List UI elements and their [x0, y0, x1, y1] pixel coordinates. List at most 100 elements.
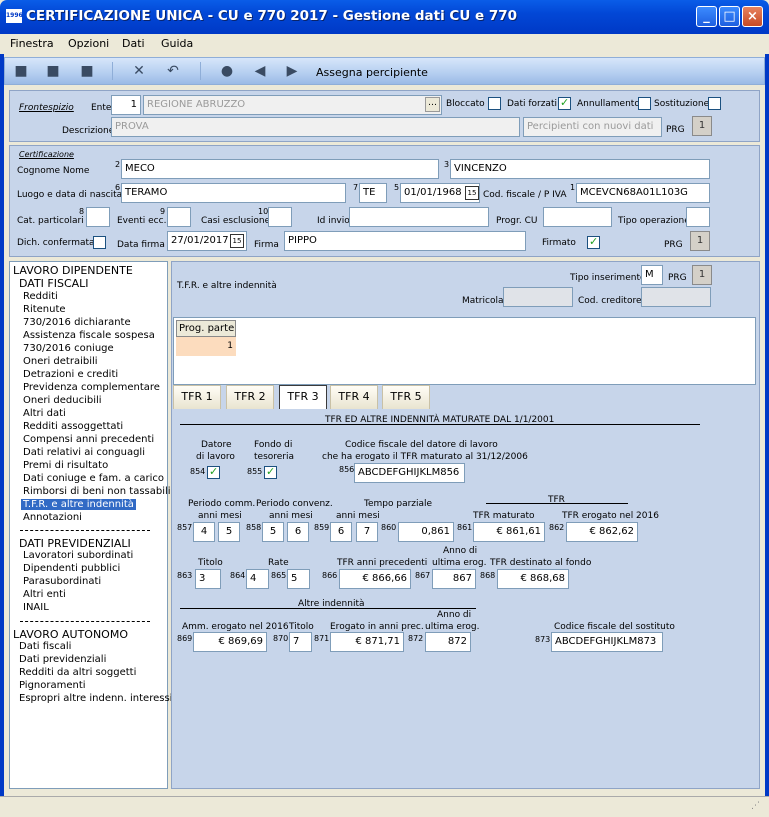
tab-tfr-2[interactable]: TFR 2 [226, 385, 274, 409]
tfr-erogato-field[interactable]: € 862,62 [566, 522, 638, 542]
nav-item[interactable]: Assistenza fiscale sospesa [23, 330, 155, 341]
dati-forzati-checkbox[interactable] [558, 96, 571, 110]
annullamento-checkbox[interactable] [638, 97, 651, 110]
delete-icon[interactable]: ✕ [131, 63, 147, 79]
cat-particolari-field[interactable] [86, 207, 110, 227]
nav-item[interactable]: Altri enti [23, 589, 66, 600]
menu-finestra[interactable]: Finestra [10, 37, 54, 50]
tfr-fondo-field[interactable]: € 868,68 [497, 569, 569, 589]
nav-item[interactable]: Altri dati [23, 408, 66, 419]
ente-number-field[interactable]: 1 [111, 95, 141, 115]
conv-mesi-field[interactable]: 6 [287, 522, 309, 542]
percipienti-nuovi-dati-field[interactable]: Percipienti con nuovi dati [523, 117, 662, 137]
nav-item[interactable]: Dati previdenziali [19, 654, 106, 665]
nav-item[interactable]: Pignoramenti [19, 680, 86, 691]
nav-dati-fiscali[interactable]: DATI FISCALI [19, 277, 89, 290]
nav-item[interactable]: Parasubordinati [23, 576, 101, 587]
tp-percent-field[interactable]: 0,861 [398, 522, 454, 542]
luogo-nascita-field[interactable]: TERAMO [121, 183, 346, 203]
nav-item[interactable]: Redditi [23, 291, 58, 302]
nav-item[interactable]: Rimborsi di beni non tassabili [23, 486, 171, 497]
comm-anni-field[interactable]: 4 [193, 522, 215, 542]
nav-item[interactable]: Lavoratori subordinati [23, 550, 133, 561]
bloccato-checkbox[interactable] [488, 97, 501, 110]
tipo-operazione-field[interactable] [686, 207, 710, 227]
amm-erogato-field[interactable]: € 869,69 [193, 632, 267, 652]
titolo-field[interactable]: 3 [195, 569, 221, 589]
assign-percipient-button[interactable]: Assegna percipiente [316, 66, 428, 79]
nome-field[interactable]: VINCENZO [450, 159, 710, 179]
anno-2-field[interactable]: 872 [425, 632, 471, 652]
firmato-checkbox[interactable] [587, 235, 600, 249]
tab-tfr-1[interactable]: TFR 1 [173, 385, 221, 409]
casi-esclusione-field[interactable] [268, 207, 292, 227]
nav-item[interactable]: Redditi da altri soggetti [19, 667, 136, 678]
nav-item[interactable]: Redditi assoggettati [23, 421, 123, 432]
menu-opzioni[interactable]: Opzioni [68, 37, 109, 50]
nav-item[interactable]: Ritenute [23, 304, 66, 315]
search-icon[interactable]: ● [219, 63, 235, 79]
tfr-maturato-field[interactable]: € 861,61 [473, 522, 545, 542]
nav-lavoro-autonomo[interactable]: LAVORO AUTONOMO [13, 628, 128, 641]
dich-confermata-checkbox[interactable] [93, 236, 106, 249]
cognome-field[interactable]: MECO [121, 159, 439, 179]
minimize-button[interactable]: _ [696, 6, 717, 27]
cod-creditore-field[interactable] [641, 287, 711, 307]
nav-item[interactable]: INAIL [23, 602, 49, 613]
tab-tfr-5[interactable]: TFR 5 [382, 385, 430, 409]
nav-item[interactable]: Dati relativi ai conguagli [23, 447, 145, 458]
nav-item[interactable]: Compensi anni precedenti [23, 434, 154, 445]
close-button[interactable]: × [742, 6, 763, 27]
nav-dati-previdenziali[interactable]: DATI PREVIDENZIALI [19, 537, 131, 550]
rate-1-field[interactable]: 4 [246, 569, 269, 589]
firma-field[interactable]: PIPPO [284, 231, 526, 251]
menu-dati[interactable]: Dati [122, 37, 145, 50]
nav-item[interactable]: Dipendenti pubblici [23, 563, 120, 574]
eventi-eccezionali-field[interactable] [167, 207, 191, 227]
tab-tfr-4[interactable]: TFR 4 [330, 385, 378, 409]
comm-mesi-field[interactable]: 5 [218, 522, 240, 542]
undo-icon[interactable]: ↶ [165, 63, 181, 79]
nav-item-tfr-selected[interactable]: T.F.R. e altre indennità [21, 499, 136, 510]
descrizione-field[interactable]: PROVA [111, 117, 520, 137]
nav-lavoro-dipendente[interactable]: LAVORO DIPENDENTE [13, 264, 133, 277]
ente-name-field[interactable]: REGIONE ABRUZZO [143, 95, 442, 115]
prog-parte-cell[interactable]: 1 [176, 337, 236, 356]
anno-ultima-erog-field[interactable]: 867 [432, 569, 476, 589]
progr-cu-field[interactable] [543, 207, 612, 227]
titolo-2-field[interactable]: 7 [289, 632, 312, 652]
tfr-anni-precedenti-field[interactable]: € 866,66 [339, 569, 411, 589]
tab-tfr-3[interactable]: TFR 3 [279, 385, 327, 409]
tp-anni-field[interactable]: 6 [330, 522, 352, 542]
copy-icon[interactable]: ■ [45, 63, 61, 79]
nav-item[interactable]: Espropri altre indenn. interessi [19, 693, 172, 704]
cf-sostituto-field[interactable]: ABCDEFGHIJKLM873 [551, 632, 663, 652]
resize-grip-icon[interactable]: ⋰ [751, 801, 763, 813]
ente-lookup-button[interactable]: … [425, 97, 440, 112]
tp-mesi-field[interactable]: 7 [356, 522, 378, 542]
matricola-field[interactable] [503, 287, 573, 307]
nav-item[interactable]: Annotazioni [23, 512, 82, 523]
nav-item[interactable]: Detrazioni e crediti [23, 369, 118, 380]
calendar-icon[interactable]: 15 [230, 234, 244, 248]
id-invio-field[interactable] [349, 207, 489, 227]
nav-item[interactable]: Oneri detraibili [23, 356, 98, 367]
tipo-inserimento-field[interactable]: M [641, 265, 663, 285]
nav-item[interactable]: Premi di risultato [23, 460, 108, 471]
menu-guida[interactable]: Guida [161, 37, 193, 50]
nav-item[interactable]: 730/2016 dichiarante [23, 317, 131, 328]
conv-anni-field[interactable]: 5 [262, 522, 284, 542]
fondo-checkbox[interactable] [264, 465, 277, 479]
rate-2-field[interactable]: 5 [287, 569, 310, 589]
provincia-field[interactable]: TE [359, 183, 387, 203]
sostituzione-checkbox[interactable] [708, 97, 721, 110]
nav-item[interactable]: Dati fiscali [19, 641, 71, 652]
nav-item[interactable]: Oneri deducibili [23, 395, 102, 406]
nav-item[interactable]: Previdenza complementare [23, 382, 160, 393]
calendar-icon[interactable]: 15 [465, 186, 479, 200]
nav-item[interactable]: 730/2016 coniuge [23, 343, 114, 354]
new-icon[interactable]: ■ [13, 63, 29, 79]
cf-datore-field[interactable]: ABCDEFGHIJKLM856 [354, 463, 465, 483]
nav-item[interactable]: Dati coniuge e fam. a carico [23, 473, 164, 484]
erogato-anni-prec-field[interactable]: € 871,71 [330, 632, 404, 652]
